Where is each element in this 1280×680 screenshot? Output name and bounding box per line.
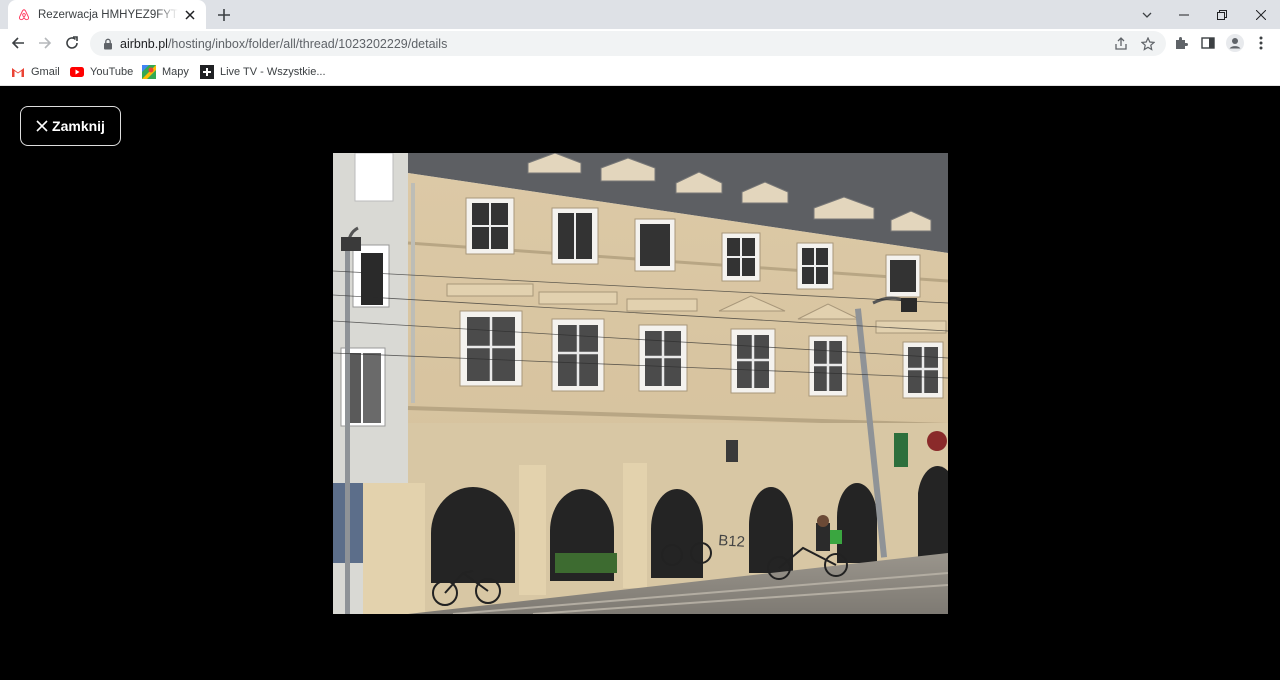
url-path: /hosting/inbox/folder/all/thread/1023202… — [167, 36, 448, 51]
bookmark-youtube[interactable]: YouTube — [70, 63, 133, 81]
bookmark-maps[interactable]: Mapy — [142, 63, 189, 81]
photo-viewer: Zamknij B12 — [0, 86, 1280, 680]
bookmark-label: Mapy — [162, 66, 189, 78]
back-icon[interactable] — [6, 31, 30, 55]
minimize-icon[interactable] — [1166, 0, 1202, 29]
gmail-icon — [11, 65, 25, 79]
forward-icon[interactable] — [33, 31, 57, 55]
tab-title: Rezerwacja HMHYEZ9FYT – Airbnb — [38, 8, 178, 21]
url-text: airbnb.pl/hosting/inbox/folder/all/threa… — [120, 37, 447, 51]
close-viewer-label: Zamknij — [52, 118, 105, 134]
bookmark-star-icon[interactable] — [1139, 35, 1157, 53]
livetv-icon — [200, 65, 214, 79]
bookmark-label: Live TV - Wszystkie... — [220, 66, 326, 78]
lock-icon — [104, 38, 112, 49]
side-panel-icon[interactable] — [1199, 34, 1217, 52]
youtube-icon — [70, 65, 84, 79]
menu-icon[interactable] — [1252, 34, 1270, 52]
tab-strip: Rezerwacja HMHYEZ9FYT – Airbnb — [0, 0, 1280, 29]
bookmark-livetv[interactable]: Live TV - Wszystkie... — [200, 63, 326, 81]
tab-search-icon[interactable] — [1129, 0, 1165, 29]
maps-icon — [142, 65, 156, 79]
browser-toolbar: airbnb.pl/hosting/inbox/folder/all/threa… — [0, 29, 1280, 58]
url-domain: airbnb.pl — [120, 36, 168, 51]
airbnb-logo-icon — [18, 8, 30, 20]
share-icon[interactable] — [1112, 35, 1130, 53]
building-facade-photo: B12 — [333, 153, 948, 614]
extensions-icon[interactable] — [1172, 34, 1190, 52]
close-viewer-button[interactable]: Zamknij — [20, 106, 121, 146]
close-icon — [36, 120, 48, 132]
restore-icon[interactable] — [1204, 0, 1240, 29]
profile-avatar-icon[interactable] — [1226, 34, 1244, 52]
tab-close-icon[interactable] — [182, 7, 198, 23]
reload-icon[interactable] — [60, 31, 84, 55]
close-window-icon[interactable] — [1243, 0, 1279, 29]
new-tab-icon[interactable] — [214, 5, 234, 25]
address-bar[interactable]: airbnb.pl/hosting/inbox/folder/all/threa… — [90, 31, 1166, 56]
svg-text:B12: B12 — [718, 532, 746, 551]
bookmark-label: YouTube — [90, 66, 134, 78]
tab-active[interactable]: Rezerwacja HMHYEZ9FYT – Airbnb — [8, 0, 206, 29]
bookmark-label: Gmail — [31, 66, 60, 78]
bookmark-gmail[interactable]: Gmail — [11, 63, 60, 81]
bookmarks-bar: Gmail YouTube Mapy Live TV - Wszystkie..… — [0, 58, 1280, 86]
